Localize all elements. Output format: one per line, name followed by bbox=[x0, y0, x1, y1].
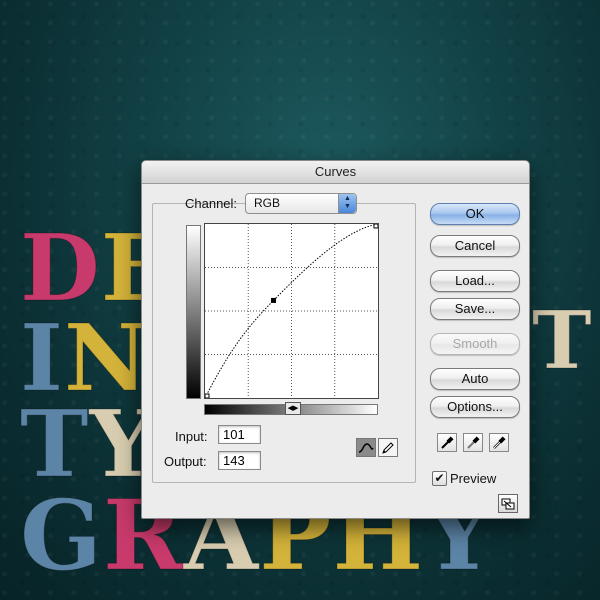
curve-graph-svg bbox=[205, 224, 378, 398]
gradient-toggle-icon[interactable]: ◀▶ bbox=[285, 402, 301, 415]
output-field[interactable] bbox=[218, 451, 261, 470]
expand-view-icon bbox=[501, 498, 515, 509]
bg-word-fragment: T bbox=[532, 293, 593, 387]
white-eyedropper-button[interactable] bbox=[489, 433, 509, 452]
ok-button[interactable]: OK bbox=[430, 203, 520, 225]
preview-checkbox[interactable]: ✔ bbox=[432, 471, 447, 486]
curve-tool-button[interactable] bbox=[356, 438, 376, 457]
select-arrows-icon: ▲ ▼ bbox=[338, 194, 356, 213]
bg-letter: T bbox=[532, 293, 593, 387]
auto-button[interactable]: Auto bbox=[430, 368, 520, 390]
curve-grid bbox=[205, 224, 378, 398]
channel-label: Channel: bbox=[185, 196, 238, 211]
black-eyedropper-button[interactable] bbox=[437, 433, 457, 452]
bg-letter: T bbox=[19, 390, 90, 498]
curve-tool-icon bbox=[358, 442, 374, 453]
pencil-tool-button[interactable] bbox=[378, 438, 398, 457]
curve-point-end[interactable] bbox=[373, 224, 378, 229]
cancel-button[interactable]: Cancel bbox=[430, 235, 520, 257]
input-label: Input: bbox=[175, 429, 208, 444]
options-button[interactable]: Options... bbox=[430, 396, 520, 418]
smooth-button[interactable]: Smooth bbox=[430, 333, 520, 355]
curve-graph[interactable] bbox=[204, 223, 379, 399]
bg-word-line-3: TY bbox=[19, 390, 156, 498]
gray-eyedropper-icon bbox=[467, 435, 480, 449]
channel-select[interactable]: RGB ▲ ▼ bbox=[245, 193, 357, 214]
input-field[interactable] bbox=[218, 425, 261, 444]
bg-letter: D bbox=[20, 214, 101, 322]
output-label: Output: bbox=[164, 454, 207, 469]
gray-eyedropper-button[interactable] bbox=[463, 433, 483, 452]
expand-view-button[interactable] bbox=[498, 494, 518, 513]
output-gradient-bar bbox=[186, 225, 201, 399]
curve-point-selected[interactable] bbox=[271, 297, 277, 303]
bg-letter: G bbox=[20, 479, 103, 592]
curve-point-start[interactable] bbox=[205, 393, 210, 398]
curves-dialog: Curves Channel: RGB ▲▼ ◀▶ Input: Output: bbox=[141, 160, 530, 519]
channel-select-value: RGB bbox=[254, 196, 281, 210]
black-eyedropper-icon bbox=[441, 435, 454, 449]
pencil-tool-icon bbox=[382, 441, 394, 454]
preview-label: Preview bbox=[450, 471, 497, 486]
save-button[interactable]: Save... bbox=[430, 298, 520, 320]
dialog-title[interactable]: Curves bbox=[142, 161, 529, 184]
load-button[interactable]: Load... bbox=[430, 270, 520, 292]
white-eyedropper-icon bbox=[493, 435, 506, 449]
